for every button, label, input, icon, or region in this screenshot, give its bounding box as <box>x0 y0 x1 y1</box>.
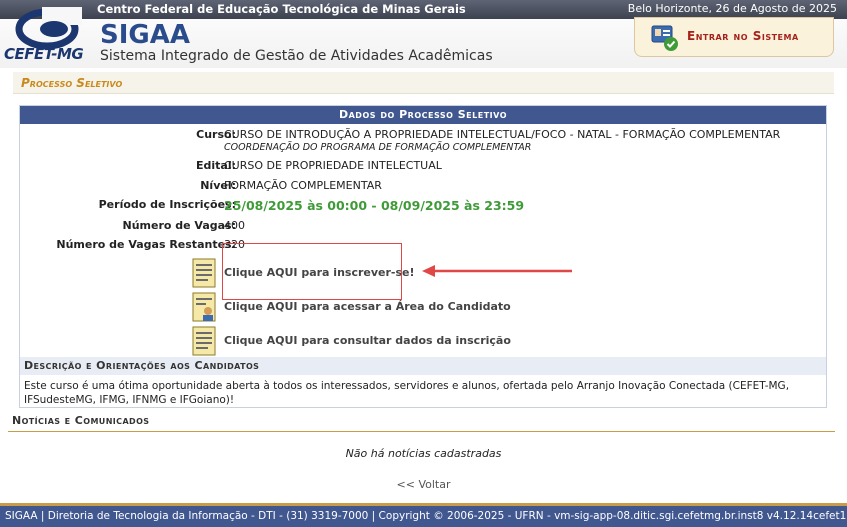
vagas-label: Número de Vagas: <box>122 219 236 232</box>
login-button-label: Entrar no Sistema <box>687 29 799 43</box>
area-candidato-link[interactable]: Clique AQUI para acessar a Área do Candi… <box>224 300 511 313</box>
system-short-name: SIGAA <box>100 20 190 50</box>
site-header: Centro Federal de Educação Tecnológica d… <box>0 0 847 68</box>
form-document-icon[interactable] <box>192 258 216 288</box>
candidate-area-icon[interactable] <box>192 292 216 322</box>
login-user-icon <box>651 25 678 51</box>
consultar-link[interactable]: Clique AQUI para consultar dados da insc… <box>224 334 511 347</box>
description-text: Este curso é uma ótima oportunidade aber… <box>24 380 790 406</box>
annotation-arrow-icon <box>422 265 572 277</box>
process-details-panel: Dados do Processo Seletivo Curso: CURSO … <box>19 105 827 408</box>
institution-name: Centro Federal de Educação Tecnológica d… <box>97 2 466 16</box>
curso-name: CURSO DE INTRODUÇÃO A PROPRIEDADE INTELE… <box>224 128 781 141</box>
curso-value: CURSO DE INTRODUÇÃO A PROPRIEDADE INTELE… <box>224 128 780 153</box>
periodo-label: Período de Inscrições: <box>98 198 236 211</box>
page-title-bar: Processo Seletivo <box>13 72 834 94</box>
panel-title: Dados do Processo Seletivo <box>20 106 826 124</box>
periodo-value: 25/08/2025 às 00:00 - 08/09/2025 às 23:5… <box>224 198 525 213</box>
nivel-value: FORMAÇÃO COMPLEMENTAR <box>224 179 382 192</box>
system-full-name: Sistema Integrado de Gestão de Atividade… <box>100 48 493 64</box>
edital-value: CURSO DE PROPRIEDADE INTELECTUAL <box>224 159 442 172</box>
logo-text: CEFET-MG <box>4 45 84 63</box>
area-candidato-link-row[interactable]: Clique AQUI para acessar a Área do Candi… <box>20 290 826 324</box>
curso-coordination: COORDENAÇÃO DO PROGRAMA DE FORMAÇÃO COMP… <box>224 142 532 153</box>
description-title: Descrição e Orientações aos Candidatos <box>20 357 826 375</box>
footer: SIGAA | Diretoria de Tecnologia da Infor… <box>0 503 847 527</box>
page-title: Processo Seletivo <box>21 76 123 90</box>
consultar-link-row[interactable]: Clique AQUI para consultar dados da insc… <box>20 324 826 358</box>
news-title: Notícias e Comunicados <box>8 414 835 432</box>
news-empty-message: Não há notícias cadastradas <box>345 447 502 460</box>
login-button[interactable]: Entrar no Sistema <box>634 17 834 57</box>
consult-document-icon[interactable] <box>192 326 216 356</box>
current-date: Belo Horizonte, 26 de Agosto de 2025 <box>627 2 837 15</box>
annotation-highlight-box <box>222 243 402 300</box>
vagas-restantes-label: Número de Vagas Restantes: <box>56 238 236 251</box>
back-link[interactable]: << Voltar <box>0 478 847 491</box>
vagas-value: 400 <box>224 219 245 232</box>
